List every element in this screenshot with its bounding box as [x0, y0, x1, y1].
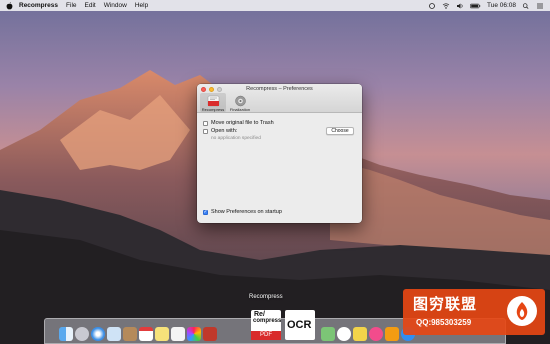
open-with-label: Open with: [211, 128, 238, 134]
menu-app-name[interactable]: Recompress [19, 2, 58, 9]
tab-finalization[interactable]: Finalization [227, 93, 253, 112]
contacts-icon[interactable] [123, 327, 137, 341]
photo-booth-icon[interactable] [203, 327, 217, 341]
ocr-dock-tile[interactable]: OCR [285, 310, 315, 340]
choose-button[interactable]: Choose [326, 127, 354, 135]
reminders-icon[interactable] [171, 327, 185, 341]
menu-file[interactable]: File [66, 2, 76, 9]
watermark-qq: QQ:985303259 [416, 318, 472, 327]
open-with-checkbox[interactable] [203, 128, 208, 134]
mail-icon[interactable] [107, 327, 121, 341]
tab-recompress[interactable]: Recompress [200, 93, 226, 112]
recompress-tile-line2: compress [253, 318, 282, 324]
watermark-logo-icon [507, 296, 537, 326]
spotlight-search-icon[interactable] [522, 2, 530, 9]
move-to-trash-row: Move original file to Trash [203, 119, 356, 127]
watermark-title: 图穷联盟 [413, 296, 478, 313]
recompress-app-icon [207, 94, 220, 107]
apple-menu-icon[interactable] [6, 1, 13, 10]
maps-icon[interactable] [321, 327, 335, 341]
ocr-tile-label: OCR [287, 319, 312, 331]
timemachine-icon[interactable] [428, 2, 436, 9]
show-prefs-label: Show Preferences on startup [211, 209, 282, 215]
finder-icon[interactable] [59, 327, 73, 341]
ibooks-icon[interactable] [385, 327, 399, 341]
messages-icon[interactable] [337, 327, 351, 341]
photos-icon[interactable] [187, 327, 201, 341]
battery-icon[interactable] [470, 3, 481, 9]
safari-icon[interactable] [91, 327, 105, 341]
notification-center-icon[interactable] [536, 3, 544, 9]
menu-edit[interactable]: Edit [85, 2, 96, 9]
tab-recompress-label: Recompress [201, 107, 225, 112]
tab-finalization-label: Finalization [229, 107, 251, 112]
preferences-window: Recompress – Preferences Recompress Fina… [197, 84, 362, 223]
watermark-banner: 图穷联盟 QQ:985303259 [403, 289, 545, 335]
stickies-icon[interactable] [353, 327, 367, 341]
move-to-trash-checkbox[interactable] [203, 120, 208, 126]
preferences-content: Move original file to Trash Open with: n… [197, 113, 362, 222]
menu-bar: Recompress File Edit Window Help Tue 06:… [0, 0, 550, 11]
dock-hover-label: Recompress [249, 294, 283, 300]
launchpad-icon[interactable] [75, 327, 89, 341]
recompress-tile-pdf: PDF [251, 331, 281, 340]
move-to-trash-label: Move original file to Trash [211, 120, 274, 126]
finalization-gear-icon [234, 94, 247, 107]
window-titlebar[interactable]: Recompress – Preferences Recompress Fina… [197, 84, 362, 113]
calendar-icon[interactable] [139, 327, 153, 341]
menu-window[interactable]: Window [104, 2, 127, 9]
show-prefs-checkbox[interactable]: ✓ [203, 209, 208, 215]
window-title: Recompress – Preferences [246, 86, 313, 92]
open-with-app-note: no application specified [211, 136, 261, 141]
notes-icon[interactable] [155, 327, 169, 341]
wifi-icon[interactable] [442, 2, 450, 9]
volume-icon[interactable] [456, 3, 464, 9]
itunes-icon[interactable] [369, 327, 383, 341]
recompress-tile-line1: Re/ [254, 311, 265, 318]
recompress-dock-tile[interactable]: Re/ compress PDF [251, 310, 281, 340]
show-prefs-row: ✓ Show Preferences on startup [203, 208, 282, 216]
menubar-clock[interactable]: Tue 06:08 [487, 2, 516, 9]
menu-help[interactable]: Help [135, 2, 148, 9]
